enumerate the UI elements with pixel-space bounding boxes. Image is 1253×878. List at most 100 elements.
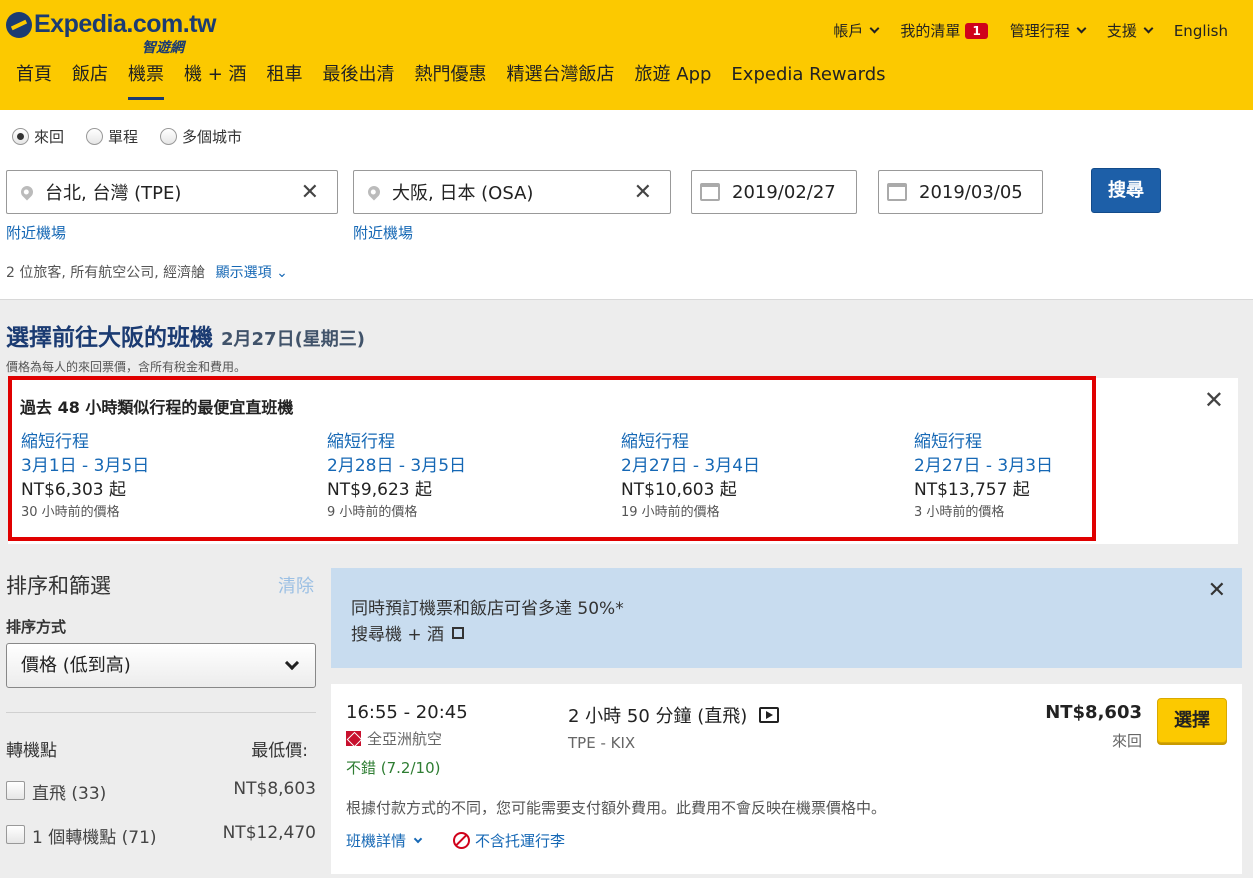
- flight-search-form: 來回 單程 多個城市 台北, 台灣 (TPE) ✕ 大阪, 日本 (OSA) ✕…: [0, 110, 1253, 300]
- no-baggage-icon: [453, 832, 470, 849]
- deal-item[interactable]: 縮短行程 2月27日 - 3月3日 NT$13,757 起 3 小時前的價格: [914, 430, 1194, 523]
- nav-app[interactable]: 旅遊 App: [625, 62, 722, 100]
- deal-label[interactable]: 縮短行程: [21, 430, 301, 454]
- airline: 全亞洲航空: [346, 728, 442, 749]
- deal-dates[interactable]: 2月27日 - 3月4日: [621, 454, 901, 478]
- manage-trips-menu[interactable]: 管理行程: [1010, 20, 1087, 41]
- stops-label: 轉機點: [6, 741, 57, 761]
- airline-name: 全亞洲航空: [367, 730, 443, 748]
- checkbox[interactable]: [6, 781, 25, 800]
- nav-last-minute[interactable]: 最後出清: [313, 62, 405, 100]
- language-link[interactable]: English: [1174, 22, 1228, 40]
- close-deals-icon[interactable]: ✕: [1204, 386, 1224, 414]
- location-pin-icon: [18, 183, 36, 201]
- origin-input[interactable]: 台北, 台灣 (TPE) ✕: [6, 170, 338, 214]
- logo-text: Expedia.com.tw: [34, 10, 216, 38]
- chevron-down-icon: [284, 655, 300, 671]
- checkbox[interactable]: [6, 825, 25, 844]
- site-header: Expedia.com.tw 智遊網 帳戶 我的清單 1 管理行程 支援 Eng…: [0, 0, 1253, 110]
- deal-dates[interactable]: 2月28日 - 3月5日: [327, 454, 607, 478]
- nav-home[interactable]: 首頁: [0, 62, 62, 100]
- flight-result-card[interactable]: 16:55 - 20:45 全亞洲航空 不錯 (7.2/10) 2 小時 50 …: [331, 684, 1242, 874]
- support-menu[interactable]: 支援: [1106, 20, 1154, 41]
- search-button[interactable]: 搜尋: [1091, 168, 1161, 213]
- nav-deals[interactable]: 熱門優惠: [405, 62, 497, 100]
- account-menu[interactable]: 帳戶: [833, 20, 880, 41]
- destination-input[interactable]: 大阪, 日本 (OSA) ✕: [353, 170, 671, 214]
- airline-logo-icon: [346, 731, 361, 746]
- trip-type-label: 多個城市: [182, 128, 243, 146]
- deals-title: 過去 48 小時類似行程的最便宜直班機: [20, 398, 294, 417]
- deal-price: NT$9,623 起: [327, 480, 432, 500]
- radio-icon: [86, 128, 104, 145]
- clear-filters-link[interactable]: 清除: [278, 572, 314, 598]
- close-promo-icon[interactable]: ✕: [1208, 578, 1226, 603]
- fee-note: 根據付款方式的不同，您可能需要支付額外費用。此費用不會反映在機票價格中。: [346, 799, 887, 817]
- clear-destination-icon[interactable]: ✕: [634, 180, 652, 205]
- bundle-promo-banner: 同時預訂機票和飯店可省多達 50%* 搜尋機 + 酒 ✕: [331, 568, 1242, 668]
- account-label: 帳戶: [833, 22, 864, 40]
- nav-cars[interactable]: 租車: [257, 62, 313, 100]
- deal-dates[interactable]: 3月1日 - 3月5日: [21, 454, 301, 478]
- deal-item[interactable]: 縮短行程 3月1日 - 3月5日 NT$6,303 起 30 小時前的價格: [21, 430, 301, 523]
- chevron-down-icon: [1143, 23, 1154, 34]
- deal-price: NT$13,757 起: [914, 480, 1030, 500]
- flight-details-link[interactable]: 班機詳情: [346, 830, 423, 851]
- stop-filter-price: NT$12,470: [222, 823, 316, 843]
- show-options-label: 顯示選項: [215, 265, 272, 281]
- flight-price: NT$8,603: [1045, 702, 1142, 723]
- deal-item[interactable]: 縮短行程 2月28日 - 3月5日 NT$9,623 起 9 小時前的價格: [327, 430, 607, 523]
- flight-times: 16:55 - 20:45: [346, 702, 468, 723]
- trip-type-label: 來回: [34, 128, 65, 146]
- origin-nearby-airports-link[interactable]: 附近機場: [6, 222, 66, 243]
- clear-origin-icon[interactable]: ✕: [301, 180, 319, 205]
- sort-select[interactable]: 價格 (低到高): [6, 643, 316, 688]
- promo-search-link[interactable]: 搜尋機 + 酒: [351, 620, 465, 645]
- my-list-label: 我的清單: [900, 22, 961, 40]
- divider: [6, 712, 316, 713]
- baggage-info-link[interactable]: 不含托運行李: [453, 830, 565, 851]
- promo-text: 同時預訂機票和飯店可省多達 50%*: [351, 599, 624, 619]
- deal-item[interactable]: 縮短行程 2月27日 - 3月4日 NT$10,603 起 19 小時前的價格: [621, 430, 901, 523]
- deal-price-age: 9 小時前的價格: [327, 505, 418, 520]
- nav-taiwan-hotels[interactable]: 精選台灣飯店: [497, 62, 625, 100]
- flight-rating: 不錯 (7.2/10): [346, 759, 441, 777]
- list-count-badge: 1: [965, 22, 988, 39]
- nav-flight-hotel[interactable]: 機 + 酒: [174, 62, 257, 100]
- chevron-down-icon: [1076, 23, 1087, 34]
- show-options-link[interactable]: 顯示選項 ⌄: [216, 265, 288, 281]
- trip-type-oneway[interactable]: 單程: [86, 126, 138, 147]
- promo-link-label: 搜尋機 + 酒: [351, 625, 445, 645]
- return-date-value: 2019/03/05: [919, 181, 1023, 203]
- top-nav: 帳戶 我的清單 1 管理行程 支援 English: [811, 20, 1228, 41]
- depart-date-input[interactable]: 2019/02/27: [691, 170, 857, 214]
- duration-text: 2 小時 50 分鐘 (直飛): [568, 706, 748, 727]
- radio-icon: [160, 128, 178, 145]
- stops-filter-header: 轉機點 最低價:: [6, 736, 308, 761]
- destination-value: 大阪, 日本 (OSA): [392, 183, 534, 204]
- destination-nearby-airports-link[interactable]: 附近機場: [353, 222, 413, 243]
- return-date-input[interactable]: 2019/03/05: [878, 170, 1043, 214]
- select-flight-button[interactable]: 選擇: [1157, 698, 1227, 743]
- my-list-link[interactable]: 我的清單 1: [900, 20, 988, 41]
- deal-label[interactable]: 縮短行程: [914, 430, 1194, 454]
- trip-type-label: 單程: [108, 128, 139, 146]
- deal-label[interactable]: 縮短行程: [327, 430, 607, 454]
- deal-label[interactable]: 縮短行程: [621, 430, 901, 454]
- nav-flights[interactable]: 機票: [118, 62, 174, 100]
- trip-type-multicity[interactable]: 多個城市: [160, 126, 242, 147]
- deal-price-age: 30 小時前的價格: [21, 505, 120, 520]
- play-video-icon[interactable]: [759, 707, 780, 723]
- stop-filter-price: NT$8,603: [233, 779, 316, 799]
- location-pin-icon: [365, 183, 383, 201]
- stop-filter-label: 直飛 (33): [32, 784, 107, 804]
- sort-label: 排序方式: [6, 618, 67, 636]
- nav-hotels[interactable]: 飯店: [62, 62, 118, 100]
- nav-rewards[interactable]: Expedia Rewards: [721, 62, 895, 100]
- deal-dates[interactable]: 2月27日 - 3月3日: [914, 454, 1194, 478]
- language-label: English: [1173, 21, 1228, 40]
- trip-type-label: 來回: [1111, 732, 1142, 750]
- trip-type-roundtrip[interactable]: 來回: [12, 126, 64, 147]
- sort-value: 價格 (低到高): [21, 655, 131, 676]
- support-label: 支援: [1106, 22, 1137, 40]
